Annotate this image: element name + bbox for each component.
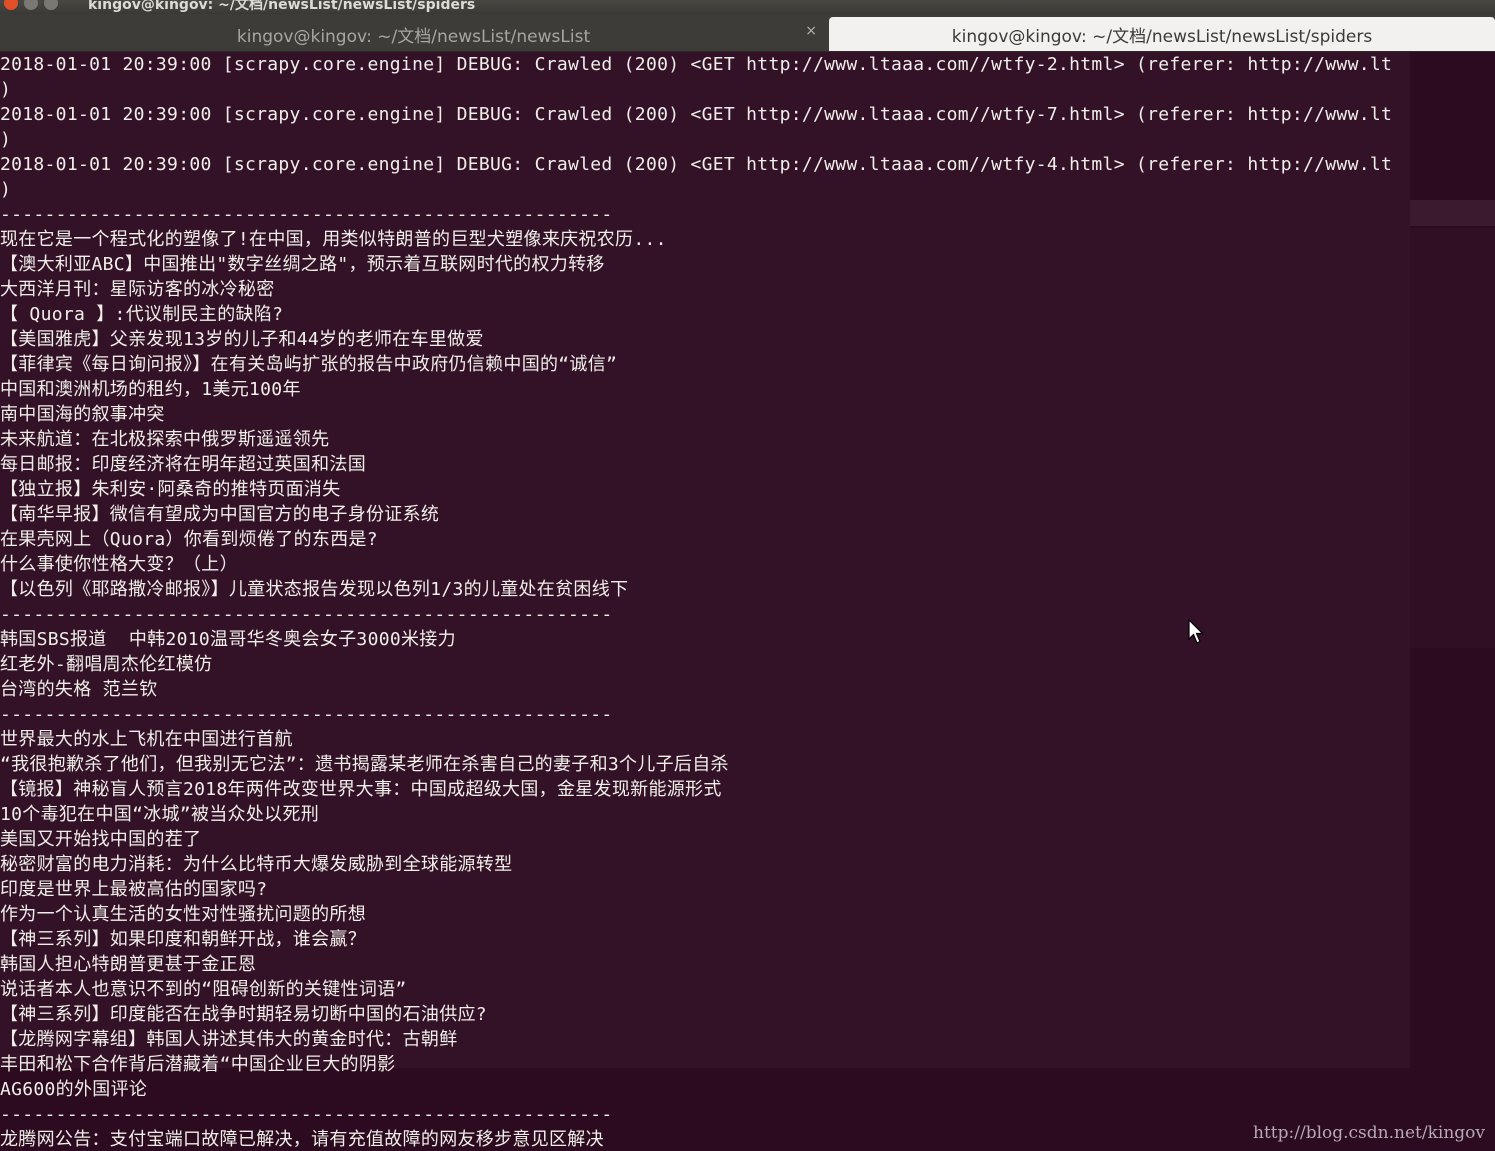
terminal-line: 美国又开始找中国的茬了: [0, 829, 202, 850]
terminal-line: 南中国海的叙事冲突: [0, 404, 165, 425]
terminal-line: ----------------------------------------…: [0, 704, 613, 725]
window-close-icon[interactable]: [4, 0, 18, 10]
terminal-output[interactable]: 2018-01-01 20:39:00 [scrapy.core.engine]…: [0, 52, 1495, 1151]
tab-spiders[interactable]: kingov@kingov: ~/文档/newsList/newsList/sp…: [829, 17, 1495, 51]
terminal-line: 【以色列《耶路撒冷邮报》】儿童状态报告发现以色列1/3的儿童处在贫困线下: [0, 579, 629, 600]
terminal-line: AG600的外国评论: [0, 1079, 148, 1100]
terminal-line: 龙腾网公告：支付宝端口故障已解决，请有充值故障的网友移步意见区解决: [0, 1129, 604, 1150]
terminal-line: 2018-01-01 20:39:00 [scrapy.core.engine]…: [0, 54, 1393, 75]
terminal-line: “我很抱歉杀了他们，但我别无它法”：遗书揭露某老师在杀害自己的妻子和3个儿子后自…: [0, 754, 729, 775]
tab-newslist[interactable]: kingov@kingov: ~/文档/newsList/newsList ×: [0, 17, 827, 51]
terminal-line: 【神三系列】印度能否在战争时期轻易切断中国的石油供应?: [0, 1004, 487, 1025]
terminal-line: 【神三系列】如果印度和朝鲜开战，谁会赢？: [0, 929, 366, 950]
terminal-line: 【美国雅虎】父亲发现13岁的儿子和44岁的老师在车里做爱: [0, 329, 484, 350]
tab-label: kingov@kingov: ~/文档/newsList/newsList/sp…: [951, 26, 1373, 47]
terminal-line: 秘密财富的电力消耗：为什么比特币大爆发威胁到全球能源转型: [0, 854, 513, 875]
blog-watermark: http://blog.csdn.net/kingov: [1253, 1123, 1485, 1143]
terminal-line: 【镜报】神秘盲人预言2018年两件改变世界大事：中国成超级大国，金星发现新能源形…: [0, 779, 722, 800]
terminal-line: 【 Quora 】:代议制民主的缺陷?: [0, 304, 284, 325]
tab-label: kingov@kingov: ~/文档/newsList/newsList: [236, 26, 591, 47]
terminal-line: ----------------------------------------…: [0, 1104, 613, 1125]
terminal-line: 红老外-翻唱周杰伦红模仿: [0, 654, 213, 675]
terminal-line: 【独立报】朱利安·阿桑奇的推特页面消失: [0, 479, 341, 500]
terminal-line: ): [0, 79, 12, 100]
terminal-line: 【南华早报】微信有望成为中国官方的电子身份证系统: [0, 504, 440, 525]
terminal-line: 印度是世界上最被高估的国家吗?: [0, 879, 268, 900]
terminal-line: ): [0, 179, 12, 200]
tab-bar: kingov@kingov: ~/文档/newsList/newsList × …: [0, 14, 1495, 52]
window-titlebar: kingov@kingov: ~/文档/newsList/newsList/sp…: [0, 0, 1495, 14]
terminal-line: 2018-01-01 20:39:00 [scrapy.core.engine]…: [0, 154, 1393, 175]
terminal-line: 韩国人担心特朗普更甚于金正恩: [0, 954, 257, 975]
terminal-line: 【澳大利亚ABC】中国推出"数字丝绸之路"，预示着互联网时代的权力转移: [0, 254, 605, 275]
mouse-pointer-icon: [1188, 619, 1204, 644]
terminal-line: 【菲律宾《每日询问报》】在有关岛屿扩张的报告中政府仍信赖中国的“诚信”: [0, 354, 618, 375]
terminal-line: 大西洋月刊：星际访客的冰冷秘密: [0, 279, 275, 300]
terminal-line: 说话者本人也意识不到的“阻碍创新的关键性词语”: [0, 979, 407, 1000]
tab-close-icon[interactable]: ×: [805, 23, 817, 39]
window-minimize-icon[interactable]: [24, 0, 38, 10]
terminal-line: 中国和澳洲机场的租约，1美元100年: [0, 379, 301, 400]
terminal-line: ----------------------------------------…: [0, 204, 613, 225]
terminal-line: 在果壳网上（Quora）你看到烦倦了的东西是?: [0, 529, 378, 550]
window-title: kingov@kingov: ~/文档/newsList/newsList/sp…: [88, 0, 476, 13]
terminal-line: 世界最大的水上飞机在中国进行首航: [0, 729, 293, 750]
terminal-line: 10个毒犯在中国“冰城”被当众处以死刑: [0, 804, 320, 825]
terminal-line: 现在它是一个程式化的塑像了!在中国，用类似特朗普的巨型犬塑像来庆祝农历...: [0, 229, 667, 250]
terminal-line: ): [0, 129, 12, 150]
terminal-line: 每日邮报：印度经济将在明年超过英国和法国: [0, 454, 366, 475]
terminal-line: 台湾的失格 范兰钦: [0, 679, 158, 700]
terminal-line: 【龙腾网字幕组】韩国人讲述其伟大的黄金时代：古朝鲜: [0, 1029, 458, 1050]
terminal-lines: 2018-01-01 20:39:00 [scrapy.core.engine]…: [0, 52, 1392, 1151]
terminal-line: 2018-01-01 20:39:00 [scrapy.core.engine]…: [0, 104, 1393, 125]
window-maximize-icon[interactable]: [44, 0, 58, 10]
terminal-line: 作为一个认真生活的女性对性骚扰问题的所想: [0, 904, 366, 925]
terminal-line: 未来航道：在北极探索中俄罗斯遥遥领先: [0, 429, 330, 450]
window-controls: [4, 0, 64, 14]
terminal-line: 什么事使你性格大变？（上）: [0, 554, 238, 575]
terminal-line: 韩国SBS报道 中韩2010温哥华冬奥会女子3000米接力: [0, 629, 456, 650]
terminal-line: ----------------------------------------…: [0, 604, 613, 625]
terminal-line: 丰田和松下合作背后潜藏着“中国企业巨大的阴影: [0, 1054, 396, 1075]
